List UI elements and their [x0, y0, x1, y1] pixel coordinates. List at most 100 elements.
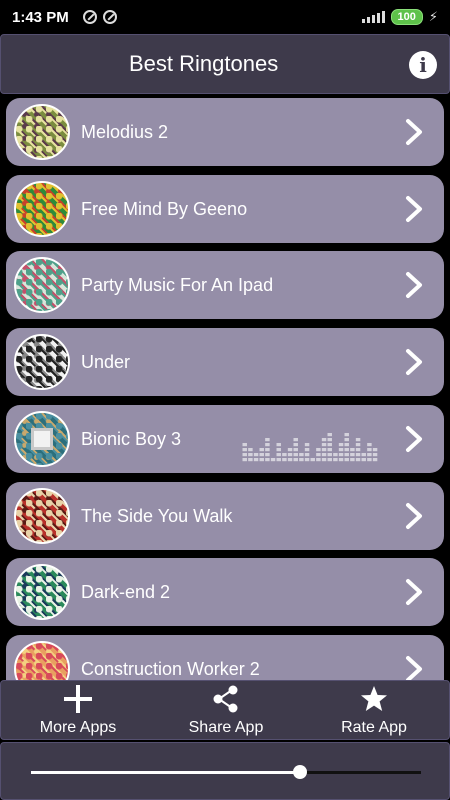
- equalizer-bar: [367, 447, 372, 451]
- chevron-right-icon[interactable]: [402, 118, 426, 146]
- equalizer-bar: [265, 437, 270, 441]
- equalizer-bar: [327, 452, 332, 456]
- ringtone-title: Free Mind By Geeno: [81, 198, 248, 219]
- seek-bar-thumb[interactable]: [293, 765, 308, 779]
- equalizer-bar: [276, 447, 281, 451]
- equalizer-bar: [242, 452, 247, 456]
- chevron-right-icon[interactable]: [402, 195, 426, 223]
- equalizer-bar: [316, 457, 321, 461]
- rate-app-label: Rate App: [341, 719, 407, 736]
- page-title: Best Ringtones: [129, 51, 279, 76]
- equalizer-bar: [327, 437, 332, 441]
- chevron-right-icon[interactable]: [402, 348, 426, 376]
- equalizer-bar: [338, 457, 344, 461]
- equalizer-bar: [259, 447, 264, 451]
- ringtone-art: [14, 257, 70, 314]
- equalizer-bar: [321, 447, 327, 451]
- ringtone-title: Bionic Boy 3: [81, 428, 182, 449]
- equalizer-bar: [304, 452, 310, 456]
- ringtone-title: Under: [81, 352, 131, 373]
- ringtone-row[interactable]: Melodius 2: [6, 98, 444, 166]
- equalizer-bar: [265, 447, 270, 451]
- chevron-right-icon[interactable]: [402, 271, 426, 299]
- equalizer-bar: [321, 437, 327, 441]
- equalizer-bar: [338, 452, 344, 456]
- equalizer-bar: [367, 452, 372, 456]
- equalizer-bar: [316, 447, 321, 451]
- equalizer-bar: [287, 452, 293, 456]
- equalizer-bar: [344, 442, 349, 446]
- chevron-right-icon[interactable]: [402, 502, 426, 530]
- plus-icon: [64, 685, 92, 713]
- equalizer-bar: [242, 447, 247, 451]
- chevron-right-icon[interactable]: [402, 655, 426, 680]
- equalizer-bar: [293, 437, 298, 441]
- ringtone-title: The Side You Walk: [81, 505, 233, 526]
- equalizer-bar: [299, 457, 304, 461]
- info-icon[interactable]: i: [409, 51, 437, 79]
- equalizer-bar: [333, 457, 338, 461]
- chevron-right-icon[interactable]: [402, 578, 426, 606]
- ringtone-row[interactable]: Dark-end 2: [6, 558, 444, 627]
- ringtone-title: Construction Worker 2: [81, 658, 260, 679]
- equalizer-bar: [361, 452, 366, 456]
- more-apps-label: More Apps: [39, 719, 117, 736]
- equalizer-bar: [316, 452, 321, 456]
- share-app-button[interactable]: Share App: [161, 685, 291, 737]
- ringtone-row[interactable]: Party Music For An Ipad: [6, 251, 444, 320]
- equalizer-bar: [293, 442, 298, 446]
- stop-icon: [31, 427, 53, 450]
- app-header: Best Ringtones i: [0, 34, 450, 94]
- bottom-action-bar: More Apps Share App Rate App: [0, 680, 450, 740]
- equalizer-bar: [259, 452, 264, 456]
- status-bar: 1:43 PM 100 ⚡: [0, 0, 450, 34]
- seek-bar[interactable]: [31, 765, 421, 779]
- more-apps-button[interactable]: More Apps: [13, 685, 143, 737]
- rate-app-button[interactable]: Rate App: [309, 685, 439, 737]
- equalizer-bar: [367, 457, 372, 461]
- equalizer-bar: [344, 447, 349, 451]
- equalizer-bar: [265, 457, 270, 461]
- equalizer-bar: [253, 457, 259, 461]
- chevron-right-icon[interactable]: [402, 425, 426, 453]
- equalizer-bar: [253, 452, 259, 456]
- ringtone-row[interactable]: Construction Worker 2: [6, 634, 444, 680]
- equalizer-bar: [321, 442, 327, 446]
- player-bar: [0, 742, 450, 800]
- battery-badge: 100: [390, 9, 423, 25]
- equalizer-bar: [259, 457, 264, 461]
- seek-bar-progress: [31, 771, 301, 774]
- equalizer-bar: [276, 442, 281, 446]
- equalizer-bar: [372, 457, 378, 461]
- ringtone-row[interactable]: The Side You Walk: [6, 481, 444, 550]
- equalizer-bar: [242, 442, 247, 446]
- ringtone-title: Melodius 2: [81, 122, 169, 142]
- ringtone-row[interactable]: Under: [6, 328, 444, 397]
- ringtone-list[interactable]: Melodius 2 Free Mind By Geeno Party Music …: [0, 94, 450, 680]
- equalizer-bar: [293, 452, 298, 456]
- equalizer-bar: [355, 442, 361, 446]
- ringtone-art: [14, 334, 70, 391]
- equalizer-bar: [321, 452, 327, 456]
- ringtone-title: Dark-end 2: [81, 582, 171, 603]
- equalizer-bar: [355, 437, 361, 441]
- equalizer-bar: [276, 457, 281, 461]
- equalizer-bar: [355, 457, 361, 461]
- equalizer-bar: [327, 447, 332, 451]
- share-app-label: Share App: [188, 719, 264, 736]
- equalizer-bar: [265, 452, 270, 456]
- equalizer-bar: [367, 442, 372, 446]
- equalizer-bar: [327, 457, 332, 461]
- ringtone-art: [14, 487, 70, 544]
- equalizer-bar: [361, 457, 366, 461]
- ringtone-art: [14, 564, 70, 621]
- equalizer-bar: [372, 447, 378, 451]
- ringtone-art: [14, 640, 70, 680]
- ringtone-row[interactable]: Free Mind By Geeno: [6, 174, 444, 243]
- do-not-disturb-icon: [82, 10, 97, 24]
- ringtone-row[interactable]: Bionic Boy 3: [6, 404, 444, 473]
- equalizer-bar: [350, 452, 355, 456]
- equalizer-bar: [344, 437, 349, 441]
- equalizer-bar: [248, 447, 253, 451]
- equalizer-bar: [276, 452, 281, 456]
